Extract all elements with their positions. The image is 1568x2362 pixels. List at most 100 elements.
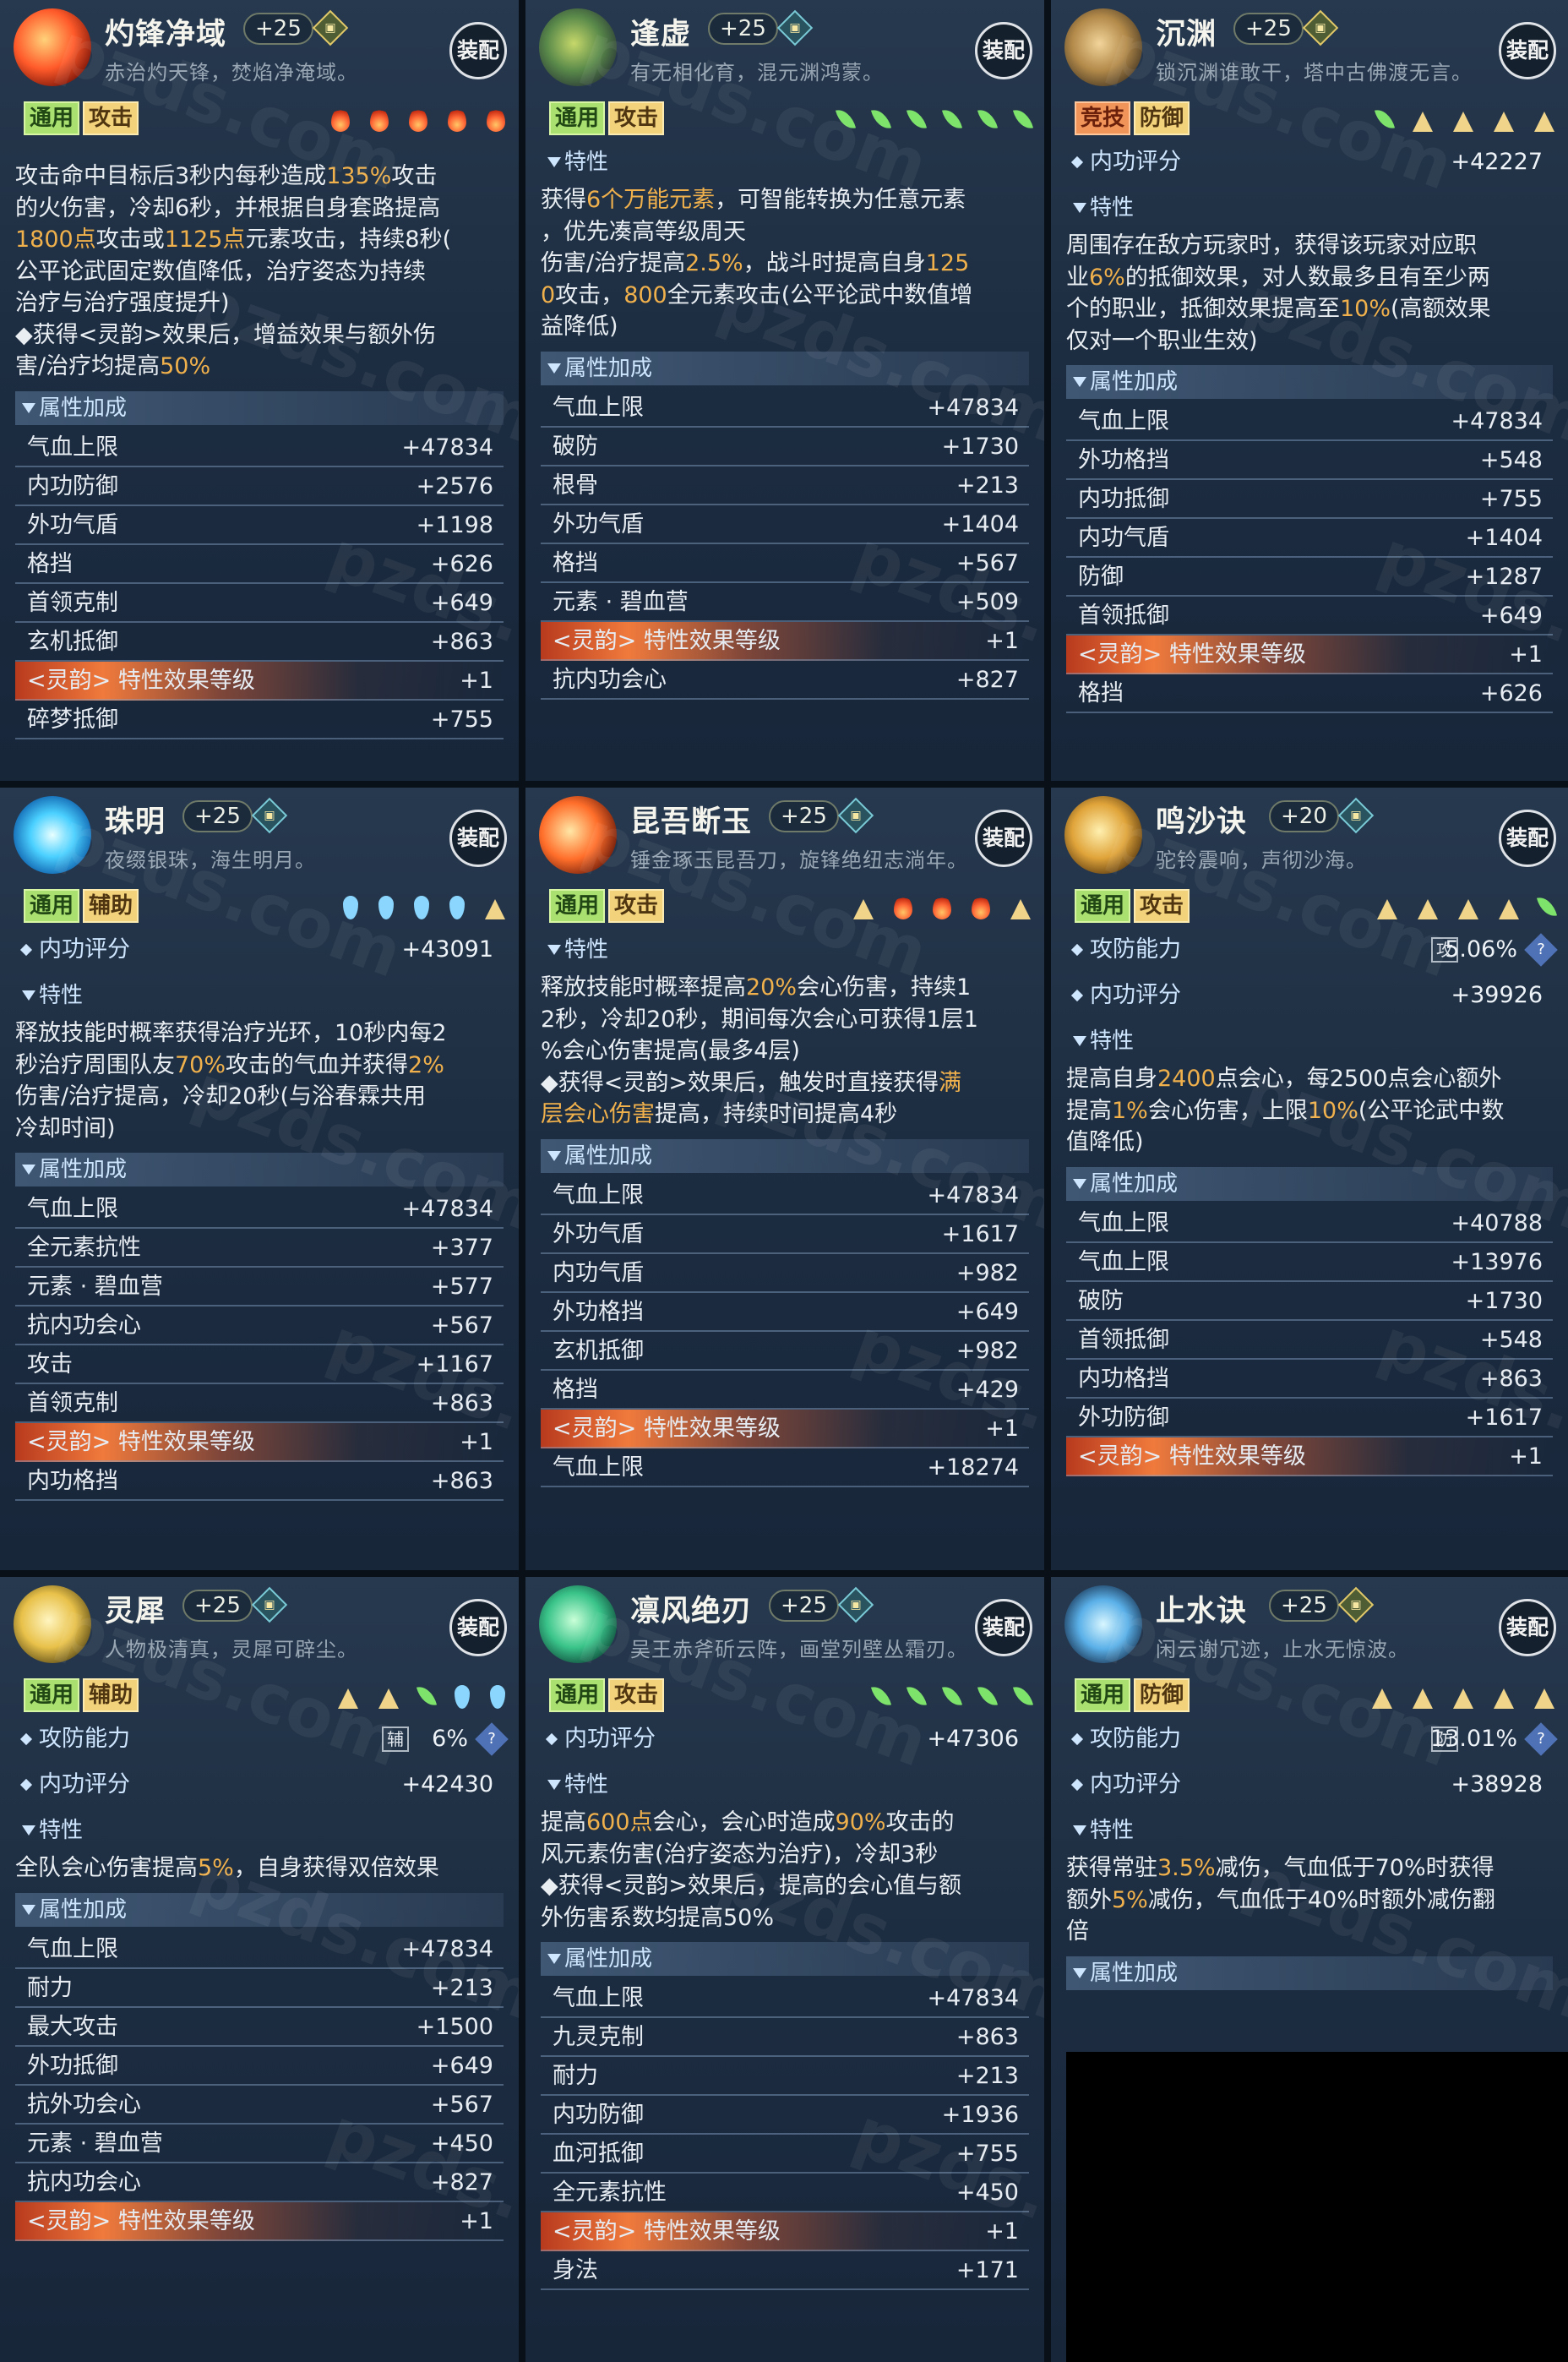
attribute-row: 气血上限 +13976 bbox=[1066, 1243, 1553, 1282]
card-body: 攻防能力攻 5.06%? 内功评分 +39926 特性 提高自身2400点会心，每2500… bbox=[1066, 788, 1558, 1570]
highlight-text: 10% bbox=[1340, 296, 1391, 322]
attribute-row: 首领抵御 +548 bbox=[1066, 1321, 1553, 1360]
trait-header: 特性 bbox=[1066, 1814, 1553, 1847]
attribute-row: 外功气盾 +1404 bbox=[541, 505, 1029, 544]
attribute-value: +1404 bbox=[941, 510, 1019, 537]
help-icon[interactable]: ? bbox=[1524, 1722, 1558, 1756]
attribute-value: +1287 bbox=[1465, 564, 1543, 590]
attribute-value: +863 bbox=[430, 1468, 493, 1494]
attribute-name: 元素 · 碧血营 bbox=[27, 1274, 163, 1300]
attribute-value: +863 bbox=[430, 628, 493, 655]
attribute-name: <灵韵> 特性效果等级 bbox=[1078, 1443, 1306, 1470]
attributes-header[interactable]: 属性加成 bbox=[541, 351, 1029, 385]
attribute-value: +47834 bbox=[927, 1985, 1019, 2011]
attribute-name: 外功气盾 bbox=[27, 511, 118, 538]
attribute-row: 攻击 +1167 bbox=[15, 1345, 504, 1384]
attribute-value: +47834 bbox=[401, 1935, 493, 1962]
text-span: 提高 bbox=[541, 1809, 586, 1836]
attribute-row: 气血上限 +18274 bbox=[541, 1448, 1029, 1487]
attributes-header[interactable]: 属性加成 bbox=[15, 1892, 504, 1927]
score-value: +43091 bbox=[401, 936, 493, 963]
highlight-text: 50% bbox=[160, 353, 211, 379]
attribute-value: +1617 bbox=[1465, 1404, 1543, 1431]
text-span: ，自身获得双倍效果 bbox=[233, 1855, 439, 1881]
score-value: +47306 bbox=[927, 1726, 1019, 1752]
text-span: 的抵御效果，对人数最多且有至少两 bbox=[1124, 264, 1490, 291]
description-line: 伤害/治疗提高2.5%，战斗时提高自身125 bbox=[541, 248, 1029, 280]
description-line: 个的职业，抵御效果提高至10%(高额效果 bbox=[1066, 293, 1553, 325]
attributes-header[interactable]: 属性加成 bbox=[1066, 365, 1553, 399]
attributes-header[interactable]: 属性加成 bbox=[15, 390, 504, 425]
text-span: 攻击命中目标后3秒内每秒造成 bbox=[15, 163, 327, 189]
attribute-value: +40788 bbox=[1451, 1209, 1543, 1236]
highlight-text: 6个万能元素 bbox=[586, 187, 716, 213]
card-body: 内功评分 +47306 特性 提高600点会心，会心时造成90%攻击的 风元素伤害(治疗… bbox=[541, 1577, 1029, 2362]
ability-row: 攻防能力攻 5.06%? bbox=[1066, 933, 1558, 967]
attributes-header[interactable]: 属性加成 bbox=[1066, 1956, 1553, 1990]
text-span: 获得常驻 bbox=[1066, 1855, 1157, 1881]
attribute-name: 首领抵御 bbox=[1078, 1326, 1169, 1353]
attribute-name: 气血上限 bbox=[1078, 1248, 1169, 1275]
attribute-row: 首领克制 +863 bbox=[15, 1384, 504, 1423]
description-line: 获得常驻3.5%减伤，气血低于70%时获得 bbox=[1066, 1852, 1553, 1885]
attribute-row: 破防 +1730 bbox=[541, 428, 1029, 466]
text-span: 业 bbox=[1066, 264, 1089, 291]
help-icon[interactable]: ? bbox=[1524, 933, 1558, 967]
description-line: 值降低) bbox=[1066, 1126, 1553, 1159]
attribute-value: +863 bbox=[956, 2024, 1019, 2050]
card-body: 特性 获得6个万能元素，可智能转换为任意元素 ，优先凑高等级周天 伤害/治疗提高2.5… bbox=[541, 0, 1029, 781]
trait-header: 特性 bbox=[541, 933, 1029, 967]
attribute-value: +1198 bbox=[416, 511, 493, 538]
attribute-name: 气血上限 bbox=[553, 1985, 644, 2011]
attribute-value: +450 bbox=[956, 2179, 1019, 2206]
attribute-value: +548 bbox=[1479, 447, 1543, 473]
description-line: ◆获得<灵韵>效果后，提高的会心值与额 bbox=[541, 1870, 1029, 1902]
attribute-name: 防御 bbox=[1078, 564, 1124, 590]
highlight-text: 1% bbox=[1112, 1097, 1148, 1124]
text-span: 治疗与治疗强度提升) bbox=[15, 290, 230, 316]
attribute-row: 首领抵御 +649 bbox=[1066, 597, 1553, 636]
description-line: 释放技能时概率提高20%会心伤害，持续1 bbox=[541, 972, 1029, 1004]
attribute-row: 血河抵御 +755 bbox=[541, 2135, 1029, 2174]
attribute-name: 根骨 bbox=[553, 472, 598, 499]
attribute-name: <灵韵> 特性效果等级 bbox=[27, 1429, 255, 1455]
text-span: 的火伤害，冷却6秒，并根据自身套路提高 bbox=[15, 194, 441, 221]
highlight-text: 2% bbox=[408, 1051, 444, 1078]
description-line: 伤害/治疗提高，冷却20秒(与浴春霖共用 bbox=[15, 1081, 504, 1113]
help-icon[interactable]: ? bbox=[475, 1722, 509, 1756]
score-value: +42430 bbox=[401, 1771, 493, 1797]
attribute-value: +213 bbox=[430, 1974, 493, 2001]
attribute-row: 格挡 +567 bbox=[541, 544, 1029, 583]
attribute-name: 外功防御 bbox=[1078, 1404, 1169, 1431]
attribute-name: 格挡 bbox=[553, 1376, 598, 1403]
attribute-row: <灵韵> 特性效果等级 +1 bbox=[15, 1423, 504, 1462]
highlight-text: 3.5% bbox=[1157, 1855, 1216, 1881]
attributes-header[interactable]: 属性加成 bbox=[541, 1942, 1029, 1976]
attribute-value: +649 bbox=[430, 2052, 493, 2079]
attribute-row: <灵韵> 特性效果等级 +1 bbox=[1066, 1437, 1553, 1476]
attribute-name: 外功气盾 bbox=[553, 1220, 644, 1247]
description-line: ，优先凑高等级周天 bbox=[541, 216, 1029, 248]
highlight-text: 10% bbox=[1307, 1097, 1358, 1124]
attribute-row: 外功气盾 +1617 bbox=[541, 1215, 1029, 1254]
black-cover bbox=[1066, 2052, 1568, 2362]
attribute-name: 气血上限 bbox=[27, 434, 118, 461]
attribute-row: <灵韵> 特性效果等级 +1 bbox=[541, 621, 1029, 661]
attribute-row: 耐力 +213 bbox=[541, 2057, 1029, 2096]
attribute-name: 外功气盾 bbox=[553, 510, 644, 537]
attribute-value: +47834 bbox=[1451, 408, 1543, 434]
description-line: 0攻击，800全元素攻击(公平论武中数值增 bbox=[541, 280, 1029, 312]
attributes-header[interactable]: 属性加成 bbox=[541, 1138, 1029, 1173]
skill-card: 凛风绝刃 +25 ▣ 吴王赤斧斫云阵，画堂列壁丛霜刃。 装配 通用 攻击 内功评分 +47306… bbox=[525, 1577, 1044, 2362]
description-line: 攻击命中目标后3秒内每秒造成135%攻击 bbox=[15, 161, 504, 193]
attribute-row: 元素 · 碧血营 +577 bbox=[15, 1268, 504, 1306]
attributes-header[interactable]: 属性加成 bbox=[15, 1153, 504, 1186]
text-span: 提高，持续时间提高4秒 bbox=[655, 1101, 898, 1127]
text-span: 风元素伤害(治疗姿态为治疗)，冷却3秒 bbox=[541, 1841, 939, 1868]
attributes-header[interactable]: 属性加成 bbox=[1066, 1166, 1553, 1201]
attribute-value: +2576 bbox=[416, 472, 493, 499]
attribute-name: 破防 bbox=[1078, 1287, 1124, 1314]
attribute-name: 内功格挡 bbox=[27, 1468, 118, 1494]
trait-header: 特性 bbox=[1066, 191, 1553, 225]
attribute-value: +1730 bbox=[1465, 1287, 1543, 1314]
